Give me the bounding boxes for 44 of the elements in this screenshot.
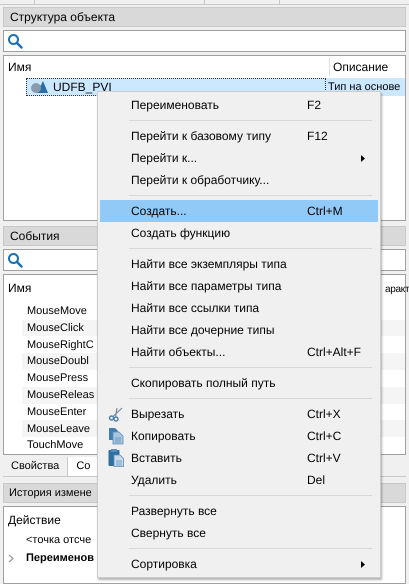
menu-item[interactable]: Найти объекты... Ctrl+Alt+F xyxy=(100,341,378,363)
tab[interactable]: Со xyxy=(67,457,100,476)
event-name[interactable]: MouseMove xyxy=(27,302,87,320)
menu-item[interactable]: Перейти к базовому типу F12 xyxy=(100,125,378,147)
event-name[interactable]: MouseReleas xyxy=(27,386,94,404)
event-name[interactable]: TouchMove xyxy=(27,437,84,454)
clipboard-icon xyxy=(108,449,124,467)
menu-item[interactable]: Развернуть все xyxy=(100,500,378,522)
history-entry[interactable]: Переименов xyxy=(26,550,94,566)
menu-item[interactable]: Вставить Ctrl+V xyxy=(100,447,378,469)
event-name[interactable]: MouseRightC xyxy=(27,336,94,354)
event-name[interactable]: MouseDoubl xyxy=(27,353,89,370)
search-field[interactable] xyxy=(3,30,406,52)
type-icon xyxy=(31,80,48,94)
chevron-icon[interactable] xyxy=(8,554,14,562)
menu-item[interactable]: Найти все параметры типа xyxy=(100,275,378,297)
menu-item[interactable]: Сортировка xyxy=(100,553,378,575)
menu-item[interactable]: Создать... Ctrl+M xyxy=(100,200,378,222)
menu-item[interactable]: Переименовать F2 xyxy=(100,94,378,116)
panel-header: Структура объекта xyxy=(3,7,406,27)
event-name[interactable]: MouseLeave xyxy=(27,420,90,438)
history-entry[interactable]: <точка отсче xyxy=(26,532,92,548)
submenu-arrow-icon xyxy=(361,560,365,568)
event-name[interactable]: MouseClick xyxy=(27,320,84,336)
search-icon xyxy=(7,33,23,49)
menu-item[interactable]: Найти все экземпляры типа xyxy=(100,253,378,275)
scissors-icon xyxy=(108,406,124,422)
column-header[interactable]: Имя xyxy=(4,58,329,76)
menu-item[interactable]: Копировать Ctrl+C xyxy=(100,425,378,447)
menu-item[interactable]: Найти все дочерние типы xyxy=(100,319,378,341)
menu-item[interactable]: Вырезать Ctrl+X xyxy=(100,403,378,425)
column-header[interactable]: аракт xyxy=(385,282,409,297)
document-icon xyxy=(108,427,124,445)
tree-item-label: UDFB_PVI xyxy=(53,79,112,96)
submenu-arrow-icon xyxy=(361,154,365,162)
column-header[interactable]: Описание xyxy=(329,58,388,76)
event-name[interactable]: MousePress xyxy=(27,370,88,387)
event-name[interactable]: MouseEnter xyxy=(27,404,86,420)
menu-item[interactable]: Перейти к... xyxy=(100,147,378,169)
search-icon xyxy=(7,252,23,268)
menu-item[interactable]: Свернуть все xyxy=(100,522,378,544)
menu-item[interactable]: Найти все ссылки типа xyxy=(100,297,378,319)
menu-item[interactable]: Скопировать полный путь xyxy=(100,372,378,394)
menu-item[interactable]: Перейти к обработчику... xyxy=(100,169,378,191)
